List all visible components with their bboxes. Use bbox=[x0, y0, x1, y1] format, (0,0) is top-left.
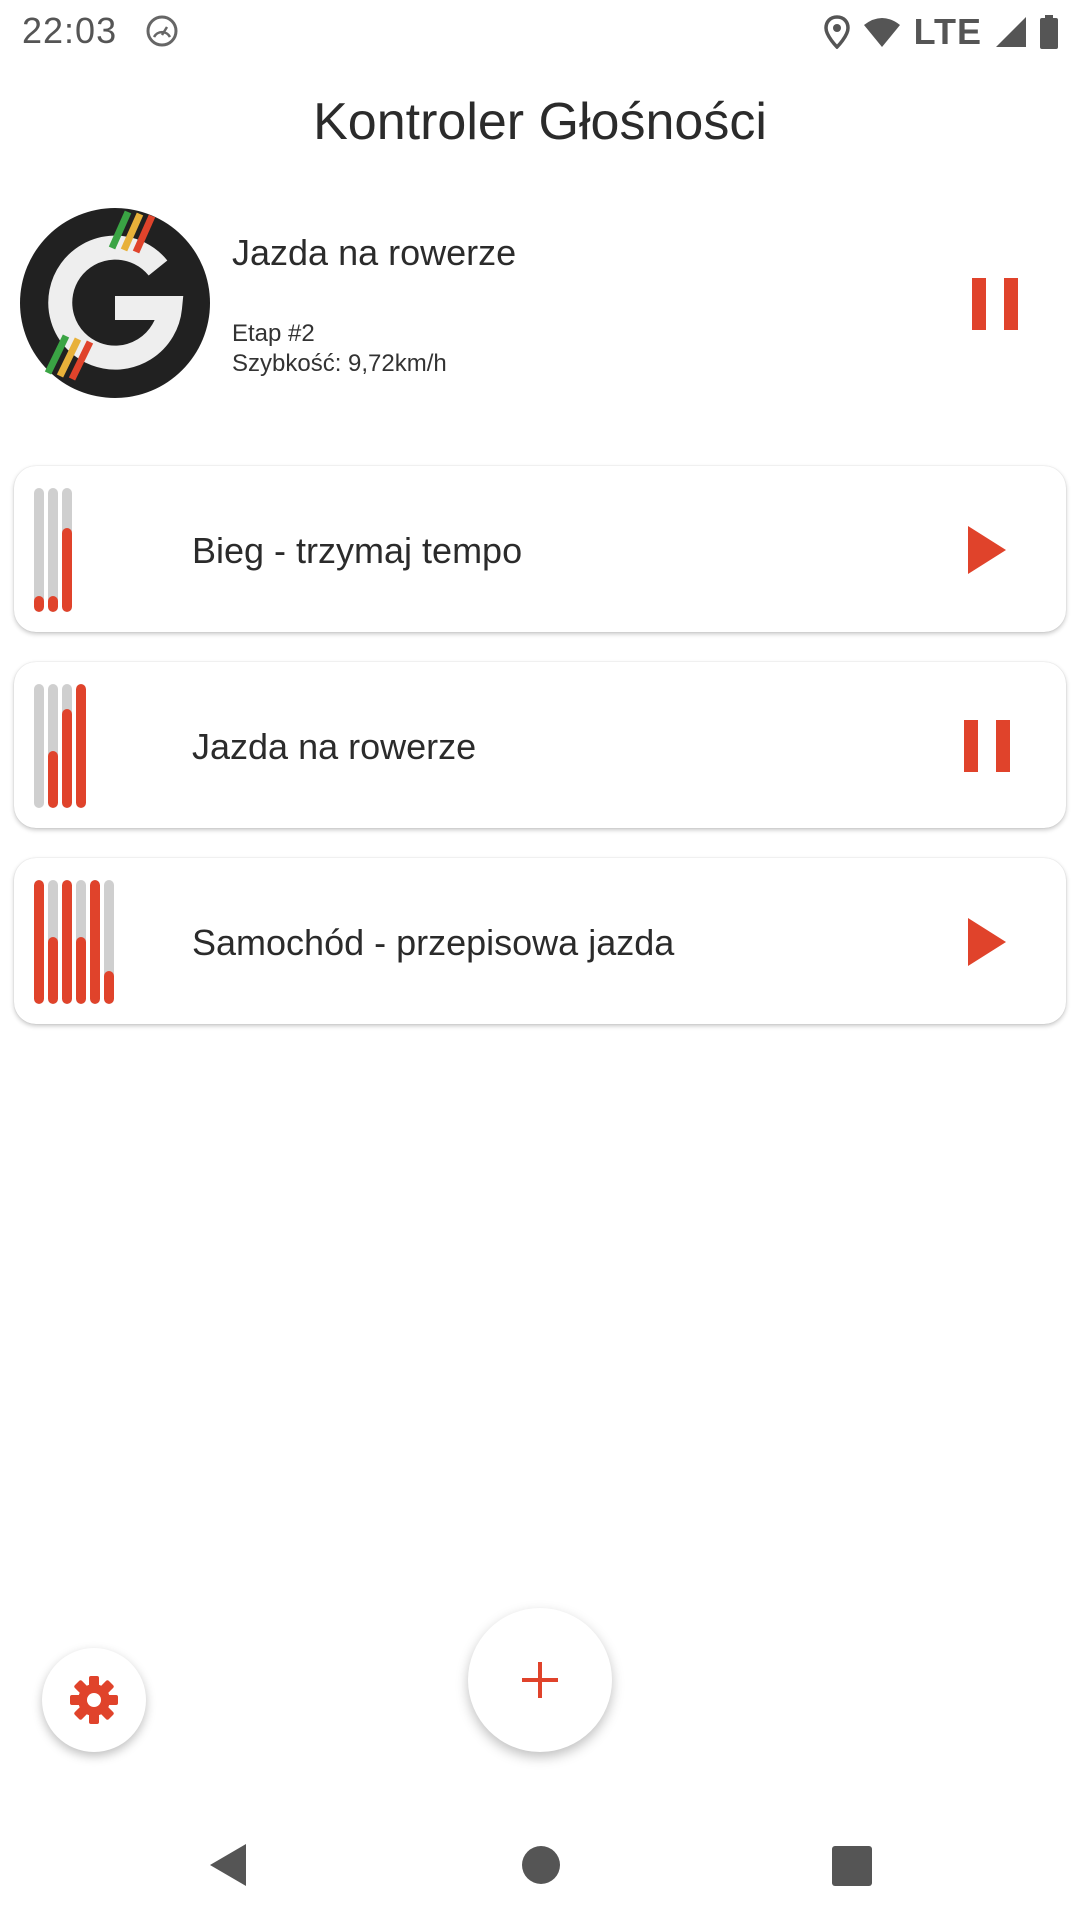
network-type: LTE bbox=[913, 11, 982, 52]
profile-card[interactable]: Samochód - przepisowa jazda bbox=[14, 858, 1066, 1024]
status-icons: LTE bbox=[823, 10, 1058, 54]
volume-bars bbox=[34, 880, 114, 1004]
volume-bars bbox=[34, 488, 72, 612]
volume-level-bar bbox=[48, 488, 58, 612]
volume-level-bar bbox=[34, 684, 44, 808]
volume-level-bar bbox=[34, 880, 44, 1004]
plus-icon bbox=[522, 1662, 558, 1698]
now-playing-stage: Etap #2 bbox=[232, 320, 315, 347]
signal-icon bbox=[996, 17, 1026, 47]
app-logo-icon bbox=[20, 208, 210, 398]
battery-icon bbox=[1040, 15, 1058, 49]
profile-label: Jazda na rowerze bbox=[192, 726, 477, 767]
now-playing-title: Jazda na rowerze bbox=[232, 232, 517, 273]
navigation-bar bbox=[0, 1810, 1080, 1920]
volume-level-fill bbox=[104, 970, 114, 1004]
pause-icon[interactable] bbox=[964, 720, 1010, 772]
now-playing-panel: Jazda na rowerze Etap #2 Szybkość: 9,72k… bbox=[20, 208, 1060, 398]
volume-level-bar bbox=[76, 880, 86, 1004]
gear-icon bbox=[70, 1676, 118, 1724]
volume-bars bbox=[34, 684, 86, 808]
volume-level-bar bbox=[34, 488, 44, 612]
profile-card[interactable]: Jazda na rowerze bbox=[14, 662, 1066, 828]
play-icon[interactable] bbox=[964, 524, 1010, 576]
home-icon[interactable] bbox=[522, 1846, 560, 1884]
volume-level-fill bbox=[62, 708, 72, 808]
profile-label: Samochód - przepisowa jazda bbox=[192, 922, 675, 963]
wifi-icon bbox=[863, 18, 900, 47]
volume-level-fill bbox=[76, 937, 86, 1004]
status-time: 22:03 bbox=[22, 10, 118, 51]
volume-level-fill bbox=[76, 684, 86, 808]
volume-level-bar bbox=[76, 684, 86, 808]
now-playing-speed: Szybkość: 9,72km/h bbox=[232, 350, 447, 377]
speedometer-icon bbox=[146, 15, 178, 47]
settings-button[interactable] bbox=[42, 1648, 146, 1752]
volume-level-bar bbox=[62, 684, 72, 808]
volume-level-fill bbox=[62, 880, 72, 1004]
status-bar: 22:03 LTE bbox=[0, 0, 1080, 66]
volume-level-bar bbox=[62, 880, 72, 1004]
volume-level-fill bbox=[48, 750, 58, 808]
profile-label: Bieg - trzymaj tempo bbox=[192, 530, 523, 571]
volume-level-fill bbox=[48, 595, 58, 612]
volume-level-bar bbox=[104, 880, 114, 1004]
volume-level-fill bbox=[48, 937, 58, 1004]
location-icon bbox=[823, 15, 850, 49]
profile-card[interactable]: Bieg - trzymaj tempo bbox=[14, 466, 1066, 632]
back-icon[interactable] bbox=[208, 1842, 248, 1888]
pause-icon[interactable] bbox=[972, 278, 1018, 330]
recents-icon[interactable] bbox=[832, 1846, 872, 1886]
add-profile-button[interactable] bbox=[468, 1608, 612, 1752]
volume-level-bar bbox=[48, 880, 58, 1004]
volume-level-bar bbox=[90, 880, 100, 1004]
volume-level-fill bbox=[62, 527, 72, 612]
volume-level-bar bbox=[62, 488, 72, 612]
volume-level-fill bbox=[34, 595, 44, 612]
volume-level-fill bbox=[34, 880, 44, 1004]
play-icon[interactable] bbox=[964, 916, 1010, 968]
page-title: Kontroler Głośności bbox=[313, 93, 767, 151]
volume-level-bar bbox=[48, 684, 58, 808]
volume-level-fill bbox=[90, 880, 100, 1004]
